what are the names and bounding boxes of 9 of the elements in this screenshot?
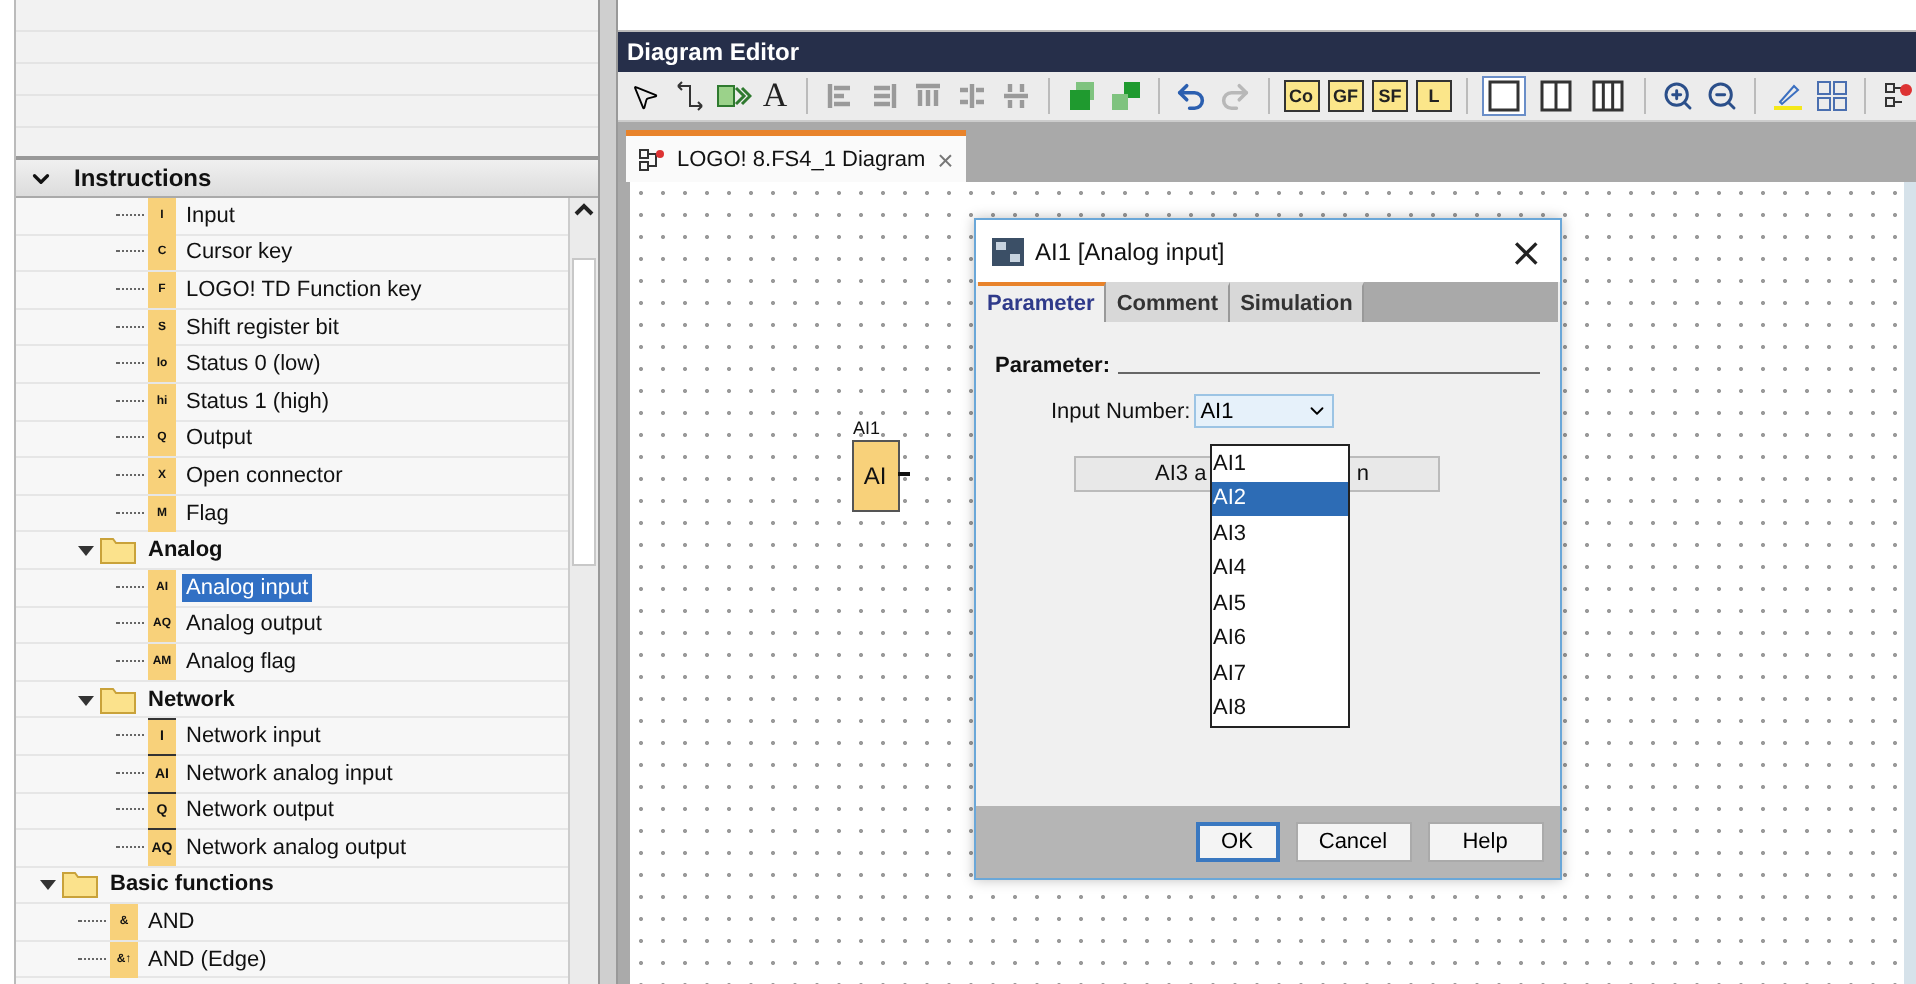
group-label: Parameter: [995, 354, 1110, 378]
button-text: AI3 a [1155, 462, 1207, 486]
dialog-title: AI1 [Analog input] [1035, 237, 1227, 265]
panel-title: Instructions [74, 164, 212, 192]
editor-title: Diagram Editor [617, 32, 1916, 72]
tab-label: LOGO! 8.FS4_1 Diagram [677, 147, 926, 171]
button-text: n [1356, 462, 1369, 486]
block-name: AI1 [853, 418, 881, 438]
field-label: Input Number: [1051, 399, 1191, 423]
